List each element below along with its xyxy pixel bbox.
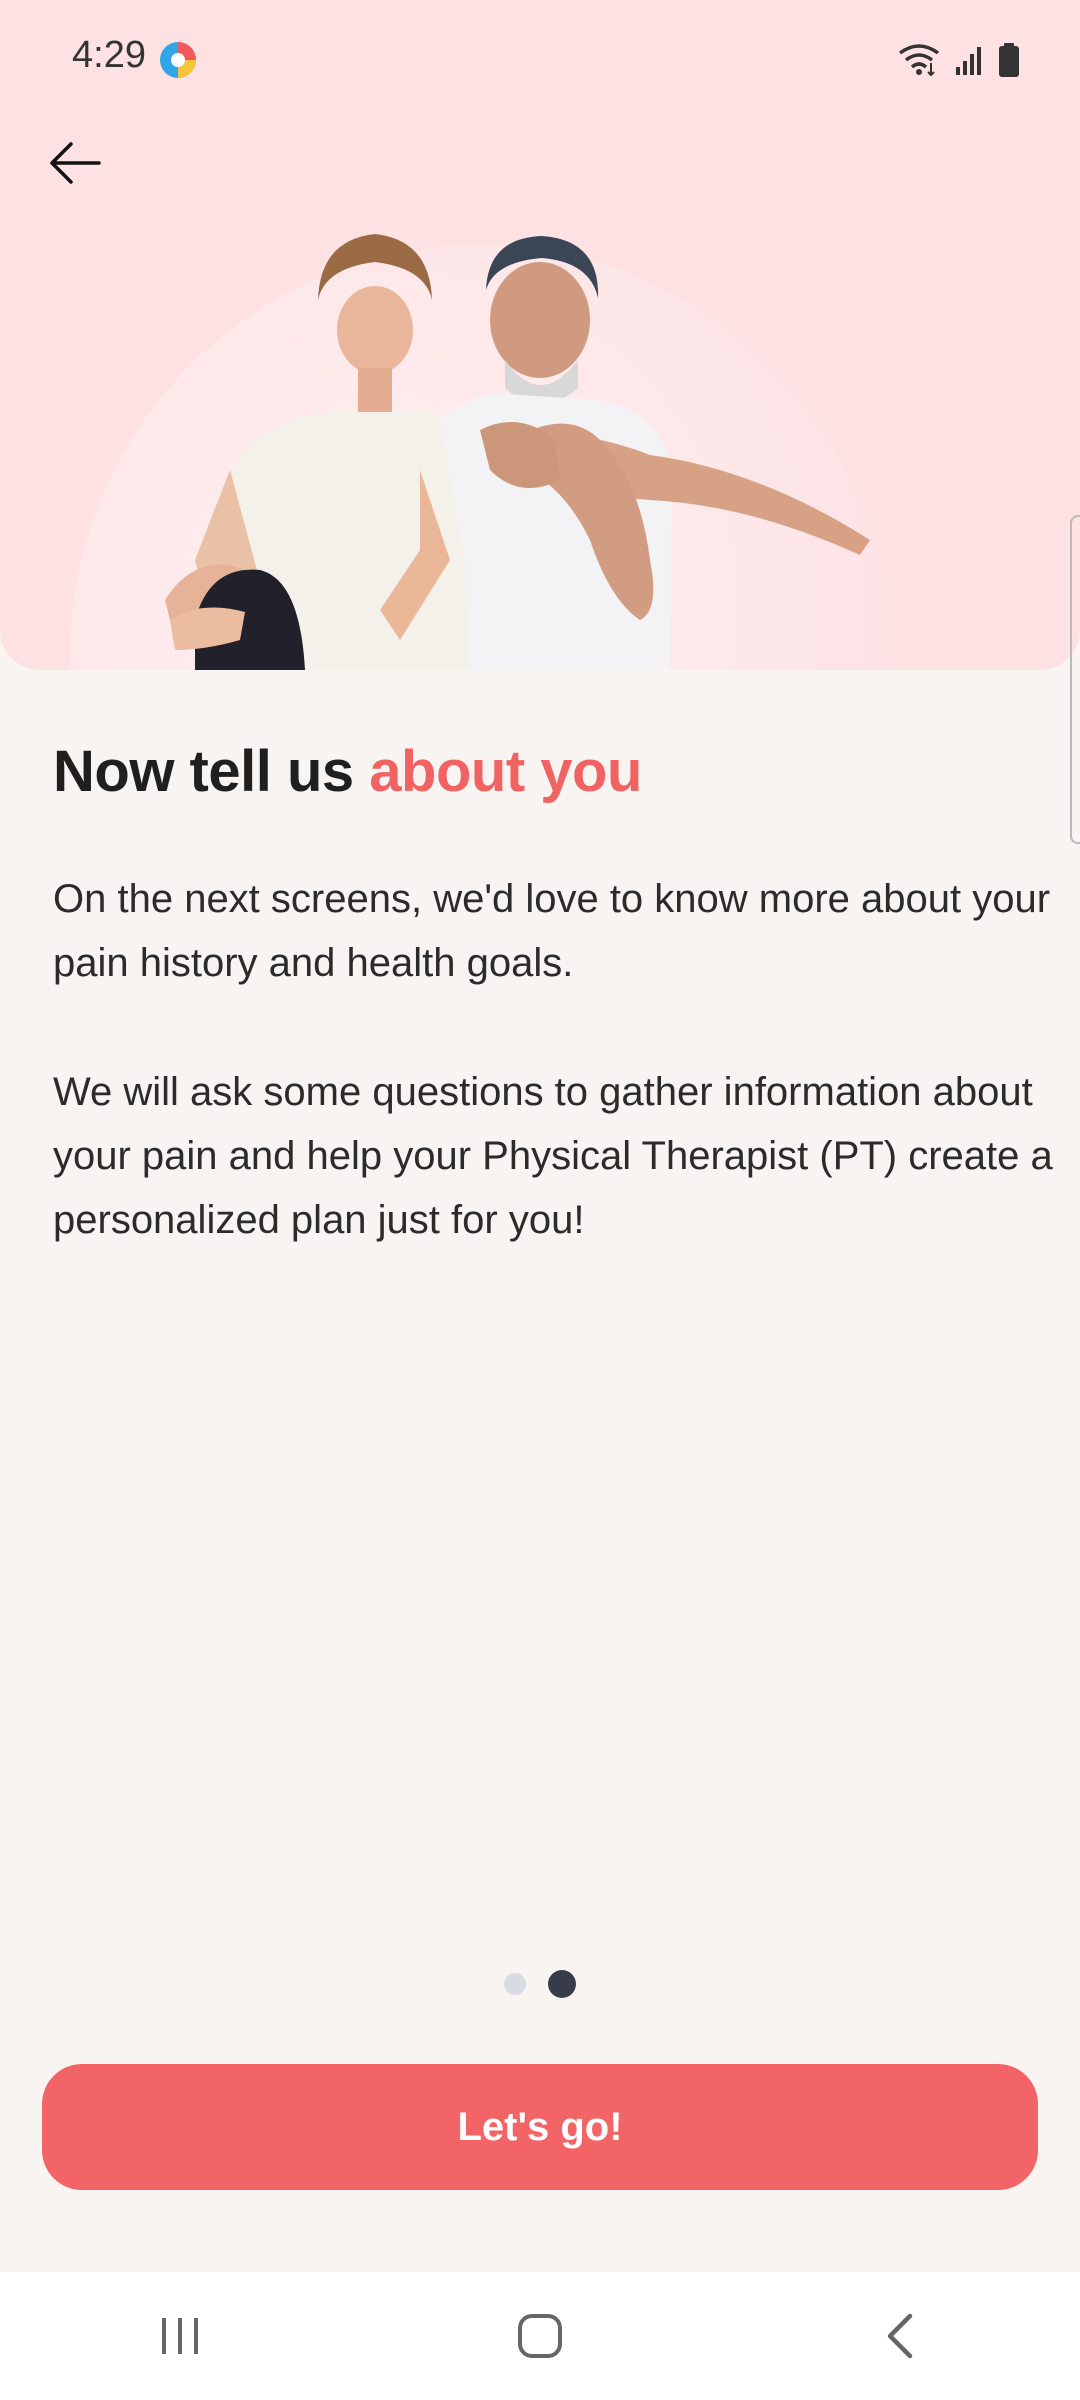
man-figure: [440, 236, 870, 670]
page-indicator: [0, 1970, 1080, 1998]
details-paragraph: We will ask some questions to gather inf…: [53, 1070, 1053, 1242]
title-plain: Now tell us: [53, 739, 354, 804]
page-dot-1: [504, 1973, 526, 1995]
home-button[interactable]: [480, 2286, 600, 2386]
recent-apps-button[interactable]: [120, 2286, 240, 2386]
wifi-icon: [898, 44, 940, 77]
status-bar: 4:29: [0, 0, 1080, 120]
status-icons: [898, 42, 1020, 78]
back-nav-button[interactable]: [840, 2286, 960, 2386]
page-title: Now tell us about you: [53, 738, 642, 805]
system-nav-bar: [0, 2272, 1080, 2400]
arrow-left-icon: [50, 142, 101, 184]
scroll-indicator: [1070, 515, 1080, 844]
app-notification-icon: [160, 42, 196, 78]
back-button[interactable]: [40, 128, 110, 198]
home-icon: [518, 2314, 562, 2358]
back-nav-icon: [887, 2313, 913, 2359]
battery-icon: [999, 43, 1019, 77]
page-dot-2-active: [548, 1970, 576, 1998]
lets-go-button[interactable]: Let's go!: [42, 2064, 1038, 2190]
title-accent: about you: [369, 739, 642, 804]
status-time: 4:29: [72, 34, 146, 76]
intro-paragraph: On the next screens, we'd love to know m…: [53, 877, 1051, 985]
recent-apps-icon: [162, 2318, 198, 2354]
signal-icon: [956, 47, 981, 75]
